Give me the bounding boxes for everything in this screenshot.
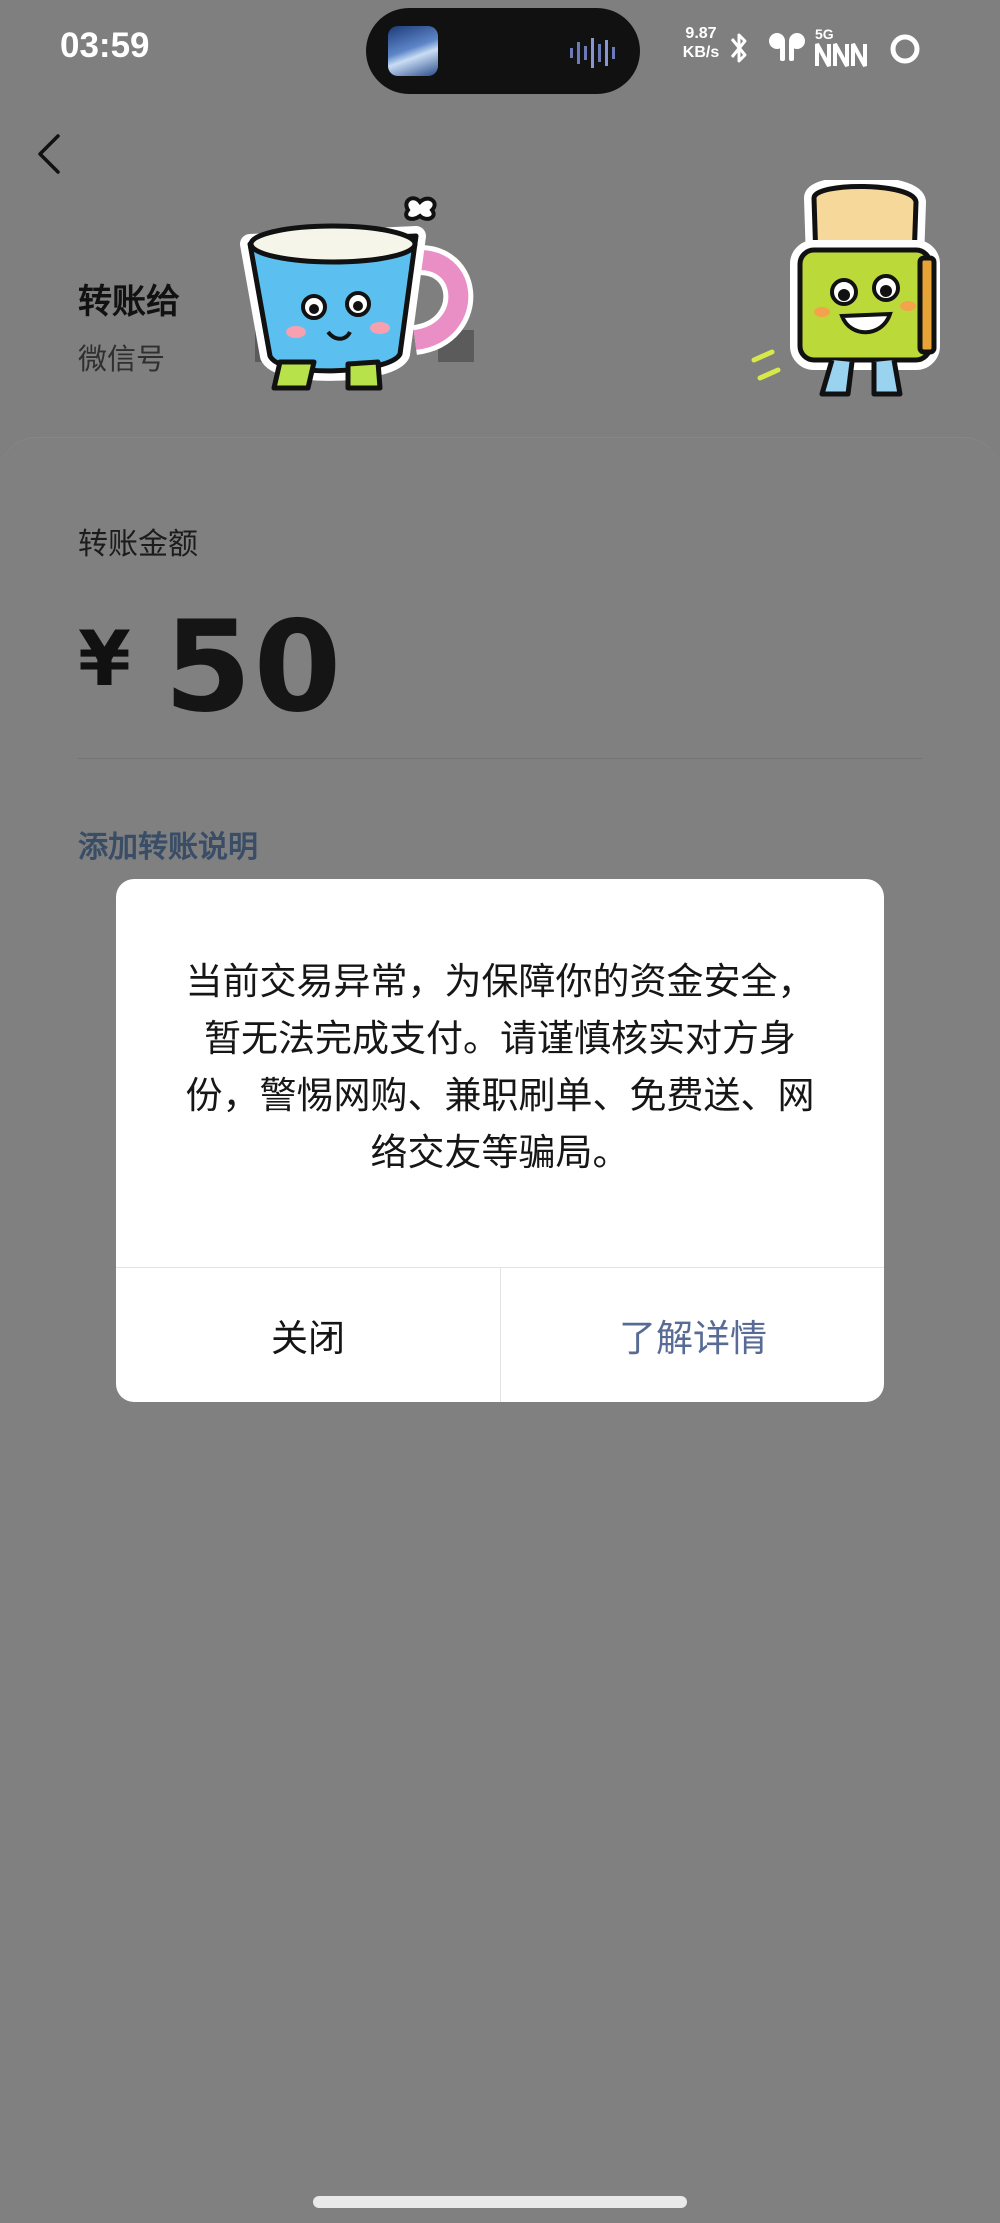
status-bar: 03:59 9.87 KB/s 5G [0, 0, 1000, 100]
earbuds-icon [769, 33, 805, 61]
back-button[interactable] [28, 126, 68, 182]
media-thumbnail [388, 26, 438, 76]
circle-status-icon [890, 34, 920, 64]
wechat-id-label: 微信号 [78, 342, 166, 376]
home-indicator[interactable] [313, 2196, 687, 2208]
transfer-to-label: 转账给 [78, 282, 180, 322]
toast-sticker [751, 180, 940, 397]
add-note-link[interactable]: 添加转账说明 [78, 822, 258, 866]
learn-more-button[interactable]: 了解详情 [501, 1268, 884, 1402]
dialog-message: 当前交易异常，为保障你的资金安全，暂无法完成支付。请谨慎核实对方身份，警惕网购、… [185, 960, 815, 1174]
currency-symbol: ¥ [78, 614, 131, 703]
status-time: 03:59 [60, 26, 150, 65]
dynamic-island[interactable] [366, 8, 640, 94]
mug-sticker [240, 196, 474, 391]
signal-icon [815, 43, 867, 67]
close-button[interactable]: 关闭 [116, 1268, 500, 1402]
risk-warning-dialog: 当前交易异常，为保障你的资金安全，暂无法完成支付。请谨慎核实对方身份，警惕网购、… [116, 879, 884, 1402]
amount-divider [78, 758, 922, 759]
amount-input[interactable]: 50 [164, 604, 343, 730]
amount-label: 转账金额 [78, 527, 198, 562]
audio-waveform-icon [570, 38, 615, 68]
chevron-left-icon [38, 134, 60, 174]
bluetooth-icon [730, 33, 747, 63]
network-speed: 9.87 KB/s [682, 25, 720, 61]
